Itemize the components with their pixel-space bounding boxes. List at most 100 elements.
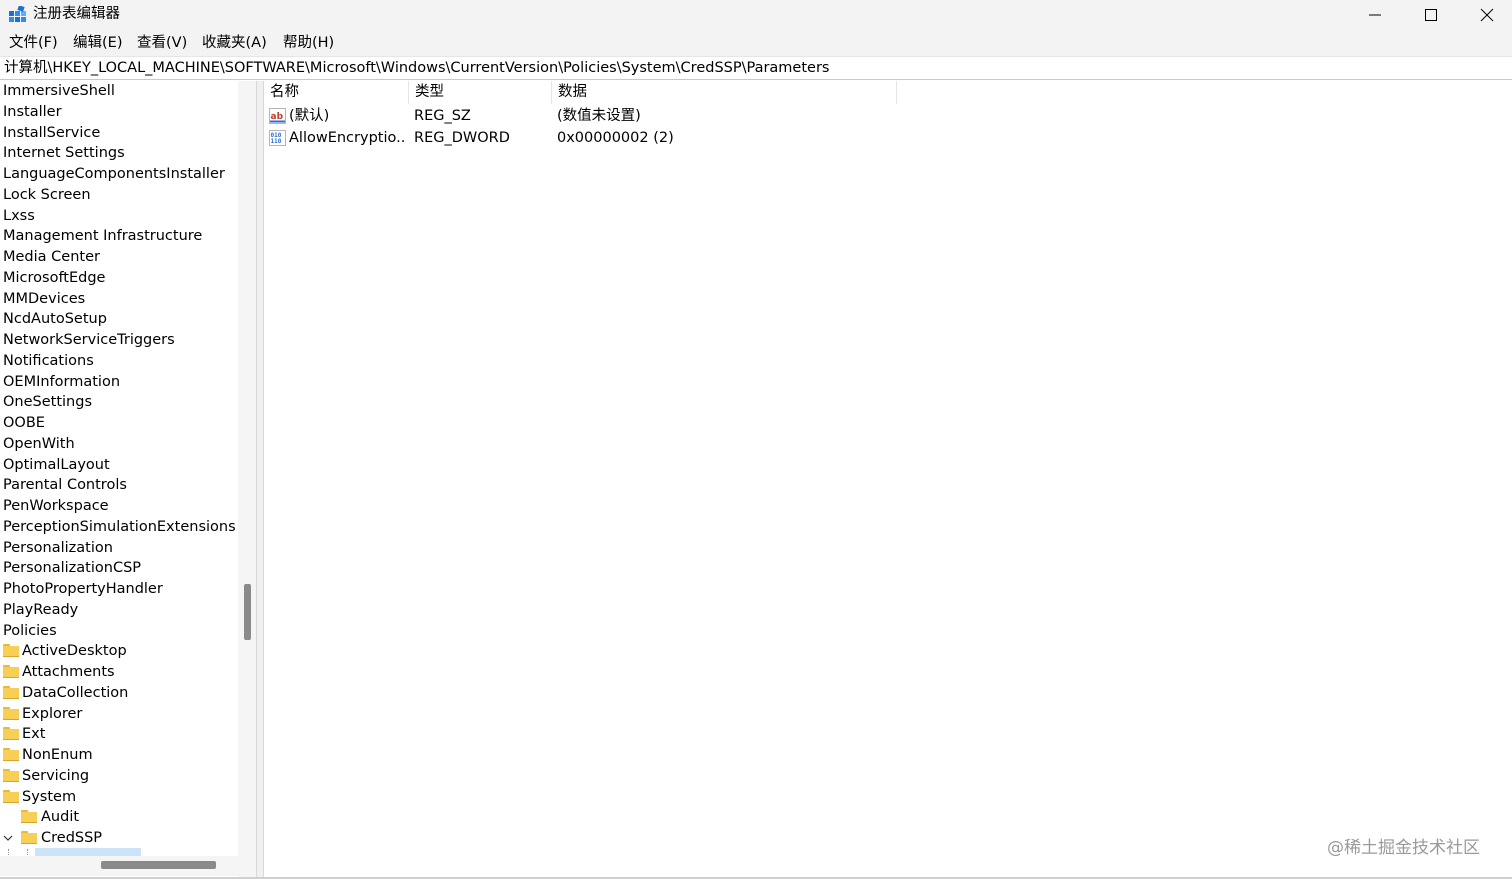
tree-item-label: MMDevices [3, 290, 86, 307]
tree-item-label: NonEnum [22, 747, 93, 763]
folder-icon [3, 644, 19, 658]
tree-item[interactable]: PlayReady [0, 600, 238, 620]
tree-item[interactable]: Media Center [0, 247, 238, 267]
address-path[interactable]: 计算机\HKEY_LOCAL_MACHINE\SOFTWARE\Microsof… [4, 59, 829, 78]
folder-icon [3, 685, 19, 699]
tree-item[interactable]: Policies [0, 621, 238, 641]
tree-item-label: PhotoPropertyHandler [3, 581, 163, 597]
svg-text:110: 110 [271, 138, 282, 145]
watermark: @稀土掘金技术社区 [1327, 838, 1480, 858]
registry-tree: ImmersiveShell Installer InstallService Int… [0, 81, 256, 878]
tree-item-label: Media Center [3, 249, 100, 265]
reg-sz-icon: ab [269, 108, 286, 124]
menu-edit[interactable]: 编辑(E) [73, 34, 122, 52]
tree-item[interactable]: Attachments [0, 662, 238, 682]
tree-item[interactable]: DataCollection [0, 683, 238, 703]
menu-file[interactable]: 文件(F) [9, 34, 58, 52]
menu-help[interactable]: 帮助(H) [283, 34, 334, 52]
pane-splitter[interactable] [256, 81, 264, 878]
column-header-data[interactable]: 数据 [552, 81, 897, 104]
chevron-down-icon[interactable] [3, 833, 13, 843]
tree-item-label: InstallService [3, 124, 101, 141]
tree-item[interactable]: OOBE [0, 413, 238, 433]
address-bar[interactable]: 计算机\HKEY_LOCAL_MACHINE\SOFTWARE\Microsof… [0, 56, 1512, 80]
tree-item[interactable]: InstallService [0, 123, 238, 143]
column-header-name[interactable]: 名称 [264, 81, 409, 104]
tree-item[interactable]: Management Infrastructure [0, 226, 238, 246]
tree-item[interactable]: Servicing [0, 766, 238, 786]
tree-item[interactable]: OpenWith [0, 434, 238, 454]
tree-item-label: MicrosoftEdge [3, 269, 106, 286]
tree-item[interactable]: LanguageComponentsInstaller [0, 164, 238, 184]
tree-item-label: OpenWith [3, 435, 75, 452]
close-button[interactable] [1459, 0, 1512, 30]
tree-item-label: PersonalizationCSP [3, 560, 142, 577]
menu-favorites[interactable]: 收藏夹(A) [202, 34, 267, 52]
tree-item[interactable]: Ext [0, 724, 238, 744]
menu-view[interactable]: 查看(V) [137, 34, 187, 52]
tree-item[interactable]: NcdAutoSetup [0, 309, 238, 329]
tree-item[interactable]: Lock Screen [0, 185, 238, 205]
value-type: REG_DWORD [414, 130, 510, 146]
close-icon [1480, 8, 1494, 22]
tree-item[interactable]: PerceptionSimulationExtensions [0, 517, 238, 537]
tree-item[interactable]: ImmersiveShell [0, 81, 238, 101]
tree-item[interactable]: Personalization [0, 538, 238, 558]
tree-item-label: NcdAutoSetup [3, 311, 107, 328]
value-name: (默认) [289, 108, 330, 124]
tree-item[interactable]: Explorer [0, 704, 238, 724]
window-title: 注册表编辑器 [33, 6, 120, 22]
regedit-app-icon [9, 6, 26, 22]
tree-item-label: Lock Screen [3, 186, 91, 203]
tree-horizontal-scroll-thumb[interactable] [101, 861, 216, 869]
tree-item[interactable]: NonEnum [0, 745, 238, 765]
tree-item[interactable]: PersonalizationCSP [0, 558, 238, 578]
menu-bar: 文件(F) 编辑(E) 查看(V) 收藏夹(A) 帮助(H) [0, 30, 1512, 56]
tree-item[interactable]: Lxss [0, 206, 238, 226]
maximize-button[interactable] [1403, 0, 1459, 30]
tree-item-label: CredSSP [41, 830, 103, 846]
tree-item-label: OneSettings [3, 394, 92, 411]
folder-icon [3, 789, 19, 803]
tree-item[interactable]: OptimalLayout [0, 455, 238, 475]
tree-vertical-scrollbar[interactable] [238, 81, 256, 878]
tree-item-label: Policies [3, 622, 57, 639]
tree-item-label: Ext [22, 726, 46, 743]
selected-tree-item-partial[interactable] [35, 848, 141, 856]
tree-item-label: LanguageComponentsInstaller [3, 166, 225, 182]
tree-item-label: Servicing [22, 767, 90, 784]
tree-item[interactable]: CredSSP [0, 828, 238, 848]
tree-item[interactable]: System [0, 787, 238, 807]
folder-icon [3, 665, 19, 678]
tree-item[interactable]: Parental Controls [0, 475, 238, 495]
column-header-type[interactable]: 类型 [409, 81, 552, 104]
tree-item-label: Personalization [3, 539, 113, 556]
tree-item[interactable]: Internet Settings [0, 143, 238, 163]
tree-item[interactable]: ActiveDesktop [0, 641, 238, 661]
tree-item[interactable]: Audit [0, 807, 238, 827]
tree-item-label: ActiveDesktop [22, 643, 127, 660]
tree-item[interactable]: Notifications [0, 351, 238, 371]
tree-item[interactable]: NetworkServiceTriggers [0, 330, 238, 350]
tree-item-label: Attachments [22, 664, 115, 680]
tree-item[interactable]: PhotoPropertyHandler [0, 579, 238, 599]
tree-item-label: Lxss [3, 207, 35, 224]
tree-vertical-scroll-thumb[interactable] [244, 584, 251, 640]
tree-item[interactable]: MMDevices [0, 289, 238, 309]
tree-item-label: PlayReady [3, 601, 79, 618]
value-data: (数值未设置) [557, 108, 641, 124]
tree-item[interactable]: MicrosoftEdge [0, 268, 238, 288]
tree-item-label: Internet Settings [3, 145, 125, 162]
tree-item-label: OOBE [3, 415, 45, 431]
value-row[interactable]: ab (默认) REG_SZ (数值未设置) [264, 105, 1164, 127]
value-data: 0x00000002 (2) [557, 130, 674, 146]
tree-item[interactable]: Installer [0, 102, 238, 122]
tree-item[interactable]: PenWorkspace [0, 496, 238, 516]
value-row[interactable]: 010 110 AllowEncryptio... REG_DWORD 0x00… [264, 127, 1164, 149]
minimize-button[interactable] [1347, 0, 1403, 30]
folder-icon [21, 810, 37, 824]
folder-icon [21, 831, 37, 844]
tree-item[interactable]: OneSettings [0, 392, 238, 412]
title-bar: 注册表编辑器 [0, 0, 1512, 30]
tree-item[interactable]: OEMInformation [0, 372, 238, 392]
